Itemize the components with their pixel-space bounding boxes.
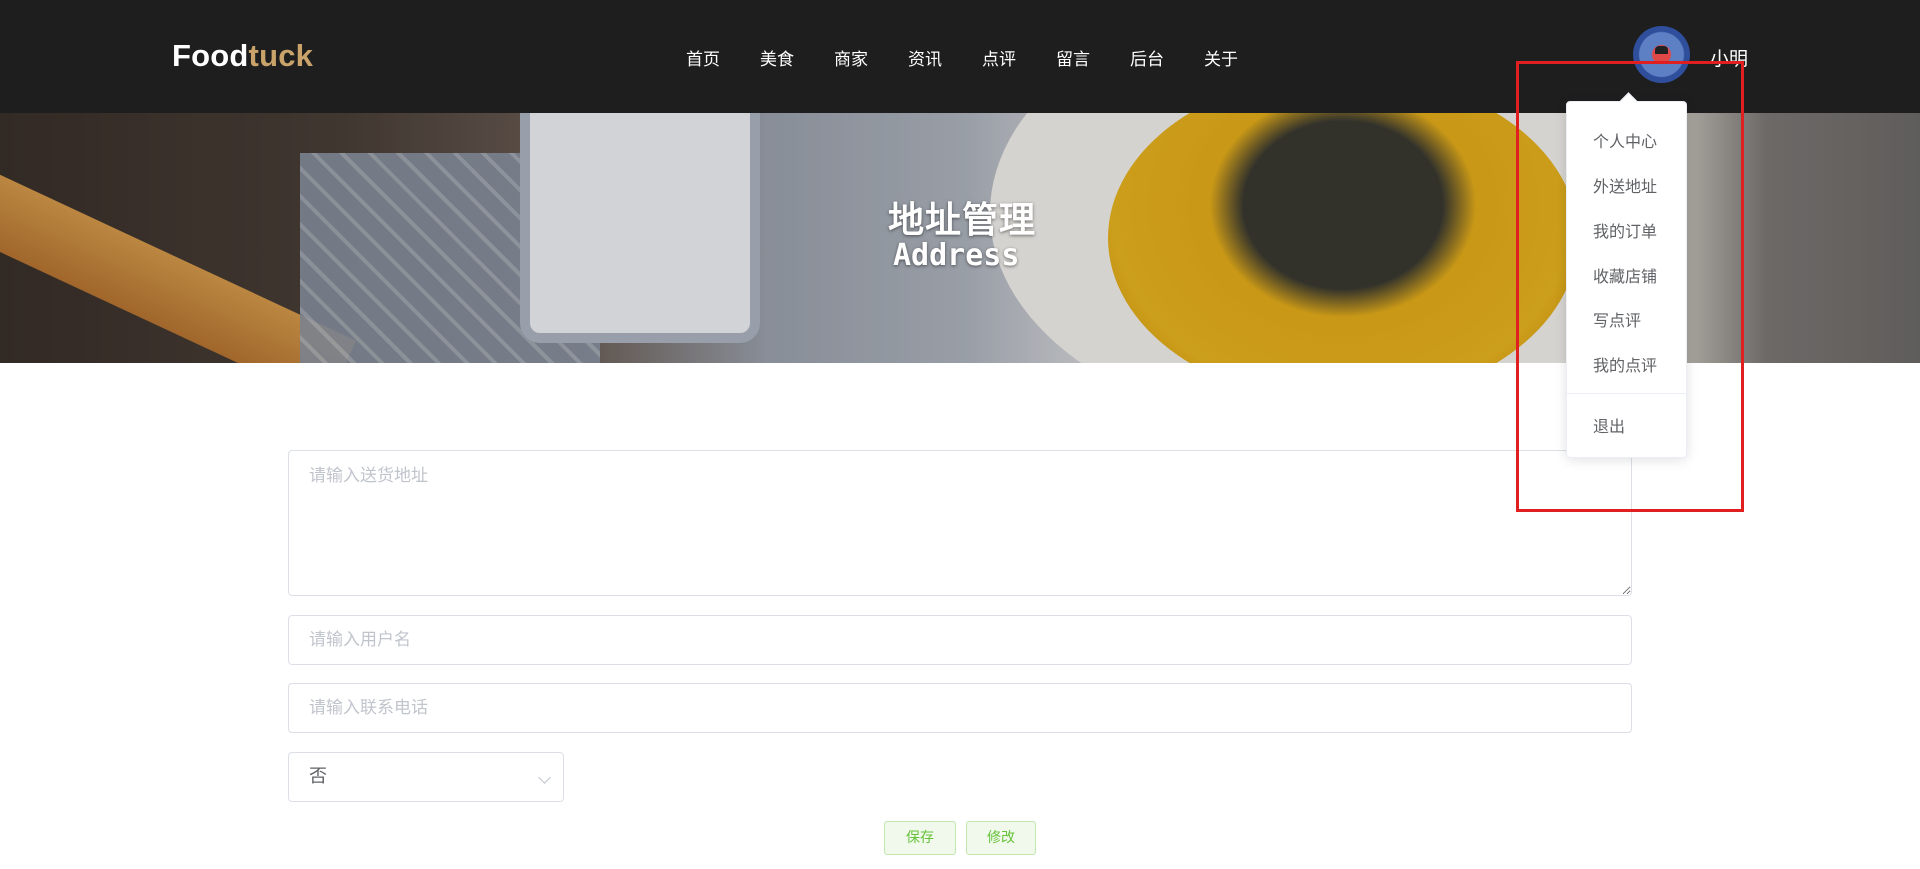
edit-button[interactable]: 修改 [966, 821, 1036, 855]
nav-news[interactable]: 资讯 [908, 45, 942, 70]
username-input[interactable] [288, 615, 1632, 665]
chevron-down-icon [538, 771, 551, 784]
nav-admin[interactable]: 后台 [1130, 45, 1164, 70]
nav-messages[interactable]: 留言 [1056, 45, 1090, 70]
nav-reviews[interactable]: 点评 [982, 45, 1016, 70]
page-subtitle: Address [893, 238, 1020, 273]
page-title: 地址管理 [888, 200, 1037, 241]
main-nav: 首页 美食 商家 资讯 点评 留言 后台 关于 [686, 45, 1278, 70]
nav-food[interactable]: 美食 [760, 45, 794, 70]
site-logo[interactable]: Foodtuck [172, 38, 313, 74]
phone-input[interactable] [288, 683, 1632, 733]
select-value: 否 [309, 766, 327, 787]
logo-text-food: Food [172, 38, 249, 73]
highlight-annotation-box [1516, 61, 1744, 512]
address-textarea[interactable] [288, 450, 1632, 596]
default-address-select[interactable]: 否 [288, 752, 564, 802]
logo-text-tuck: tuck [248, 38, 314, 73]
nav-about[interactable]: 关于 [1204, 45, 1238, 70]
nav-home[interactable]: 首页 [686, 45, 720, 70]
nav-merchants[interactable]: 商家 [834, 45, 868, 70]
save-button[interactable]: 保存 [884, 821, 956, 855]
